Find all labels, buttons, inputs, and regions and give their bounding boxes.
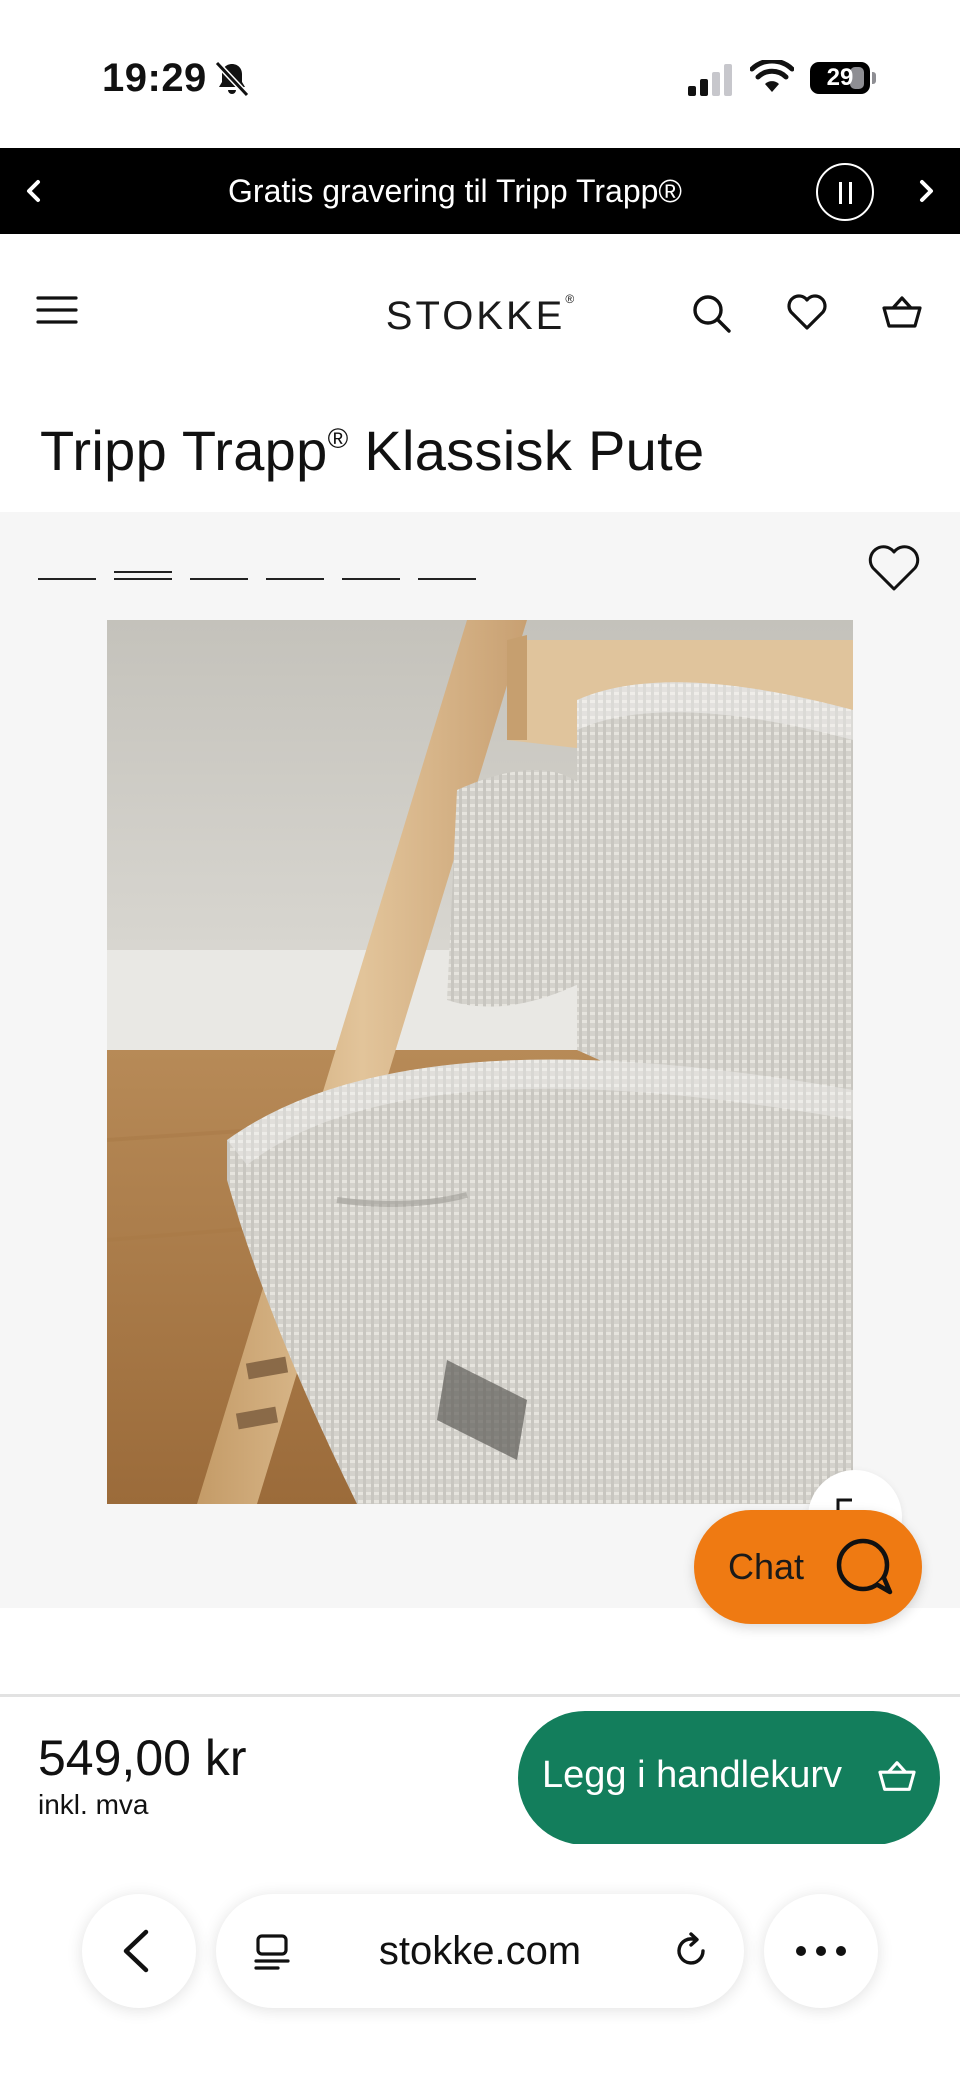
gallery-dot[interactable] [418,568,476,584]
search-icon[interactable] [690,292,732,334]
promo-banner: Gratis gravering til Tripp Trapp® [0,148,960,234]
chat-bubble-icon [836,1538,893,1595]
gallery-pagination[interactable] [38,568,498,584]
wifi-icon [750,60,794,92]
gallery-dot[interactable] [114,568,172,584]
logo-text: STOKKE [385,294,566,338]
battery-level: 29 [826,64,854,91]
back-icon [123,1929,149,1973]
reload-icon[interactable] [670,1930,712,1972]
site-header: STOKKE® [0,234,960,394]
battery-indicator: 29 [810,62,876,94]
title-name: Tripp Trapp [40,419,328,482]
purchase-bar: 549,00 kr inkl. mva Legg i handlekurv [0,1694,960,1845]
heart-icon[interactable] [786,292,828,332]
add-to-cart-label: Legg i handlekurv [542,1754,842,1796]
wishlist-heart-icon[interactable] [866,542,922,594]
product-title: Tripp Trapp® Klassisk Pute [40,418,704,483]
logo-mark: ® [565,292,575,306]
signal-icon [688,64,732,96]
chevron-right-icon[interactable] [912,168,942,214]
more-button[interactable] [764,1894,878,2008]
more-icon [796,1946,846,1956]
title-rest: Klassisk Pute [348,419,705,482]
status-bar: 19:29 29 [0,0,960,148]
url-text[interactable]: stokke.com [216,1894,744,2008]
add-to-cart-button[interactable]: Legg i handlekurv [518,1711,940,1845]
basket-icon[interactable] [880,292,924,332]
product-image[interactable] [107,620,853,1504]
basket-icon [878,1761,916,1791]
chat-label: Chat [728,1546,805,1587]
product-gallery[interactable] [0,512,960,1608]
title-mark: ® [327,423,349,454]
address-bar[interactable]: stokke.com [216,1894,744,2008]
price-note: inkl. mva [38,1789,149,1820]
gallery-dot[interactable] [38,568,96,584]
gallery-dot[interactable] [190,568,248,584]
gallery-dot[interactable] [342,568,400,584]
status-time: 19:29 [102,56,207,100]
back-button[interactable] [82,1894,196,2008]
pause-icon[interactable] [816,163,874,221]
browser-toolbar: stokke.com [0,1844,960,2087]
price: 549,00 kr [38,1730,247,1786]
chat-button[interactable]: Chat [694,1510,922,1624]
bell-slash-icon [214,60,250,98]
gallery-dot[interactable] [266,568,324,584]
